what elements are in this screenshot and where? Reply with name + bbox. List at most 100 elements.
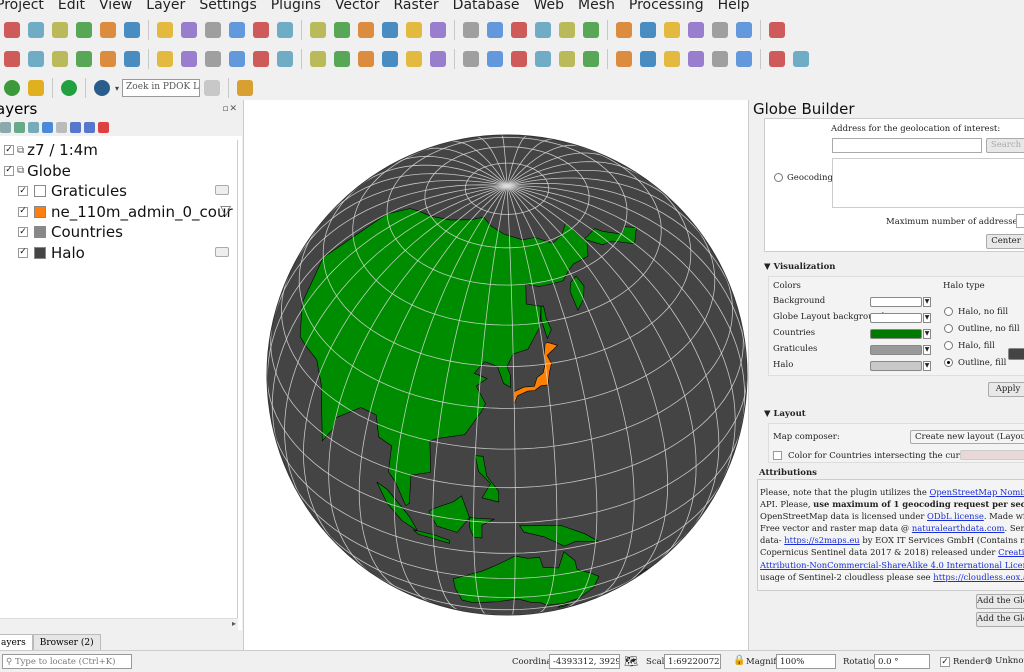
new-project-icon[interactable] (1, 19, 23, 41)
layer-symbol-swatch[interactable] (34, 226, 46, 239)
processing-toolbox-icon[interactable] (637, 19, 659, 41)
layer-item-graticules[interactable]: ✓ Graticules (0, 181, 237, 202)
layer-visibility-checkbox[interactable]: ✓ (4, 145, 14, 156)
coordinate-field[interactable]: -4393312, 3929310 (549, 654, 620, 669)
show-labels-icon[interactable] (484, 48, 506, 70)
measure-icon[interactable] (709, 19, 731, 41)
toggle-editing-icon[interactable] (178, 48, 200, 70)
chevron-down-icon[interactable]: ▼ (923, 361, 931, 371)
color-button[interactable] (870, 329, 922, 339)
lock-icon[interactable]: 🔒 (733, 655, 745, 666)
globe-icon[interactable] (637, 48, 659, 70)
label-icon[interactable] (427, 48, 449, 70)
current-edits-icon[interactable] (154, 48, 176, 70)
color-button[interactable] (870, 297, 922, 307)
attribution-link[interactable]: ODbL license (927, 511, 984, 521)
layer-visibility-checkbox[interactable]: ✓ (18, 247, 28, 258)
refresh-icon[interactable] (484, 19, 506, 41)
geoprocessing-icon[interactable] (580, 48, 602, 70)
paste-icon[interactable] (355, 48, 377, 70)
pdok-search-input[interactable]: Zoek in PDOK Loc… (122, 79, 201, 97)
expand-all-icon[interactable] (70, 121, 81, 133)
chevron-down-icon[interactable]: ▼ (923, 345, 931, 355)
move-label-icon[interactable] (508, 48, 530, 70)
globe-builder-icon[interactable] (613, 48, 635, 70)
zoom-full-icon[interactable] (250, 19, 272, 41)
filter-legend-icon[interactable] (42, 121, 53, 133)
halo-fill-color-button[interactable] (1008, 348, 1024, 360)
redo-icon[interactable] (403, 48, 425, 70)
color-button[interactable] (870, 361, 922, 371)
rotate-label-icon[interactable] (532, 48, 554, 70)
add-feature-icon[interactable] (226, 48, 248, 70)
rotation-field[interactable]: 0.0 ° (874, 654, 930, 669)
attribution-link[interactable]: https://cloudless.eox.at (933, 572, 1024, 582)
undo-icon[interactable] (379, 48, 401, 70)
address-results-list[interactable] (832, 158, 1024, 208)
layer-item-halo[interactable]: ✓ Halo (0, 243, 237, 264)
show-bookmarks-icon[interactable] (427, 19, 449, 41)
layer-visibility-checkbox[interactable]: ✓ (18, 186, 28, 197)
attribution-link[interactable]: naturalearthdata.com (912, 523, 1005, 533)
vertex-tool-icon[interactable] (250, 48, 272, 70)
center-button[interactable]: Center (986, 234, 1024, 249)
change-label-icon[interactable] (556, 48, 578, 70)
scale-field[interactable]: 1:69220072 (664, 654, 721, 669)
pan-to-selection-icon[interactable] (178, 19, 200, 41)
filter-by-expression-icon[interactable] (56, 121, 67, 133)
color-button[interactable] (870, 313, 922, 323)
search-button[interactable]: Search (986, 138, 1024, 153)
zoom-last-icon[interactable] (355, 19, 377, 41)
embedded-widget-icon[interactable] (215, 185, 229, 195)
menu-settings[interactable]: Settings (189, 0, 270, 13)
intersect-color-button[interactable] (960, 450, 1024, 460)
layer-visibility-checkbox[interactable]: ✓ (4, 165, 14, 176)
halo-type-radio[interactable] (944, 307, 953, 316)
add-globe-layout-button[interactable]: Add the Glob (976, 612, 1024, 627)
menu-database[interactable]: Database (443, 0, 534, 13)
menu-help[interactable]: Help (708, 0, 764, 13)
add-globe-button[interactable]: Add the Glob (976, 594, 1024, 609)
chevron-down-icon[interactable]: ▾ (115, 84, 119, 93)
add-group-icon[interactable] (14, 121, 25, 133)
share-icon[interactable] (58, 77, 80, 99)
zoom-next-icon[interactable] (379, 19, 401, 41)
panel-float-close-icon[interactable]: ▫✕ (222, 104, 238, 114)
identify-icon[interactable] (580, 19, 602, 41)
zoom-in-icon[interactable] (202, 19, 224, 41)
max-addresses-spinbox[interactable] (1016, 214, 1024, 228)
plugin-d-icon[interactable] (766, 48, 788, 70)
add-wms-icon[interactable] (121, 48, 143, 70)
collapse-all-icon[interactable] (84, 121, 95, 133)
digitize-icon[interactable] (73, 48, 95, 70)
deselect-icon[interactable] (556, 19, 578, 41)
manage-map-themes-icon[interactable] (28, 121, 39, 133)
more-icon[interactable] (790, 48, 812, 70)
geocoding-radio[interactable] (774, 173, 783, 182)
magnifier-field[interactable]: 100% (776, 654, 836, 669)
remove-layer-icon[interactable] (98, 121, 109, 133)
select-features-icon[interactable] (508, 19, 530, 41)
save-project-icon[interactable] (49, 19, 71, 41)
zoom-to-selection-icon[interactable] (274, 19, 296, 41)
layer-visibility-checkbox[interactable]: ✓ (18, 227, 28, 238)
intersect-checkbox[interactable] (773, 451, 782, 460)
print-layout-icon[interactable] (97, 19, 119, 41)
layer-item-countries[interactable]: ✓ Countries (0, 222, 237, 243)
layout-section[interactable]: ▼ Layout (764, 409, 806, 419)
layer-item-z7-1-4m[interactable]: ✓ ⧉ z7 / 1:4m (0, 140, 237, 161)
temporal-controller-icon[interactable] (460, 19, 482, 41)
new-virtual-layer-icon[interactable] (97, 48, 119, 70)
embedded-widget-icon[interactable] (215, 246, 229, 257)
zoom-to-layer-icon[interactable] (307, 19, 329, 41)
color-button[interactable] (870, 345, 922, 355)
layout-manager-icon[interactable] (121, 19, 143, 41)
tab-browser[interactable]: Browser (2) (32, 634, 101, 650)
scroll-right-icon[interactable]: ▸ (232, 619, 236, 628)
save-as-icon[interactable] (73, 19, 95, 41)
save-edits-icon[interactable] (202, 48, 224, 70)
pan-icon[interactable] (154, 19, 176, 41)
copy-icon[interactable] (331, 48, 353, 70)
map-canvas[interactable] (243, 100, 749, 650)
layer-symbol-swatch[interactable] (34, 205, 46, 218)
